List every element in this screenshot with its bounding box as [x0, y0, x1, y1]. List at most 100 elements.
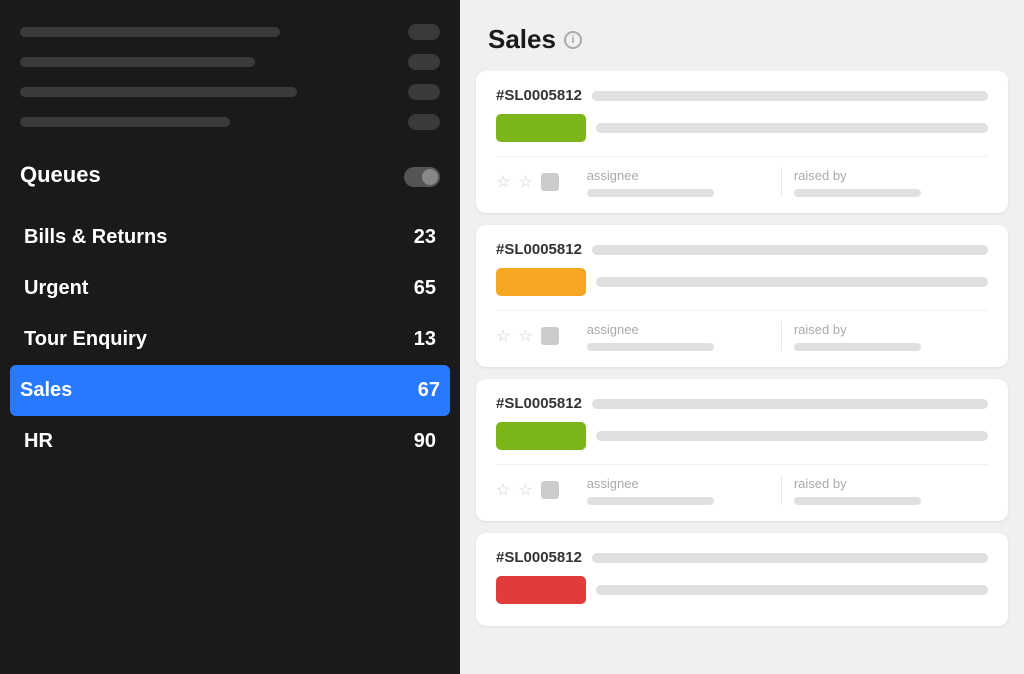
card-desc-bar	[596, 585, 988, 595]
card-middle	[496, 114, 988, 142]
nav-badge	[408, 54, 440, 70]
ticket-card-3: #SL0005812 ☆ ☆ assignee raised by	[476, 379, 1008, 521]
page-title: Sales	[488, 24, 556, 55]
card-id: #SL0005812	[496, 549, 582, 566]
nav-row-4	[20, 114, 440, 130]
card-bottom: ☆ ☆ assignee raised by	[496, 310, 988, 351]
nav-row-2	[20, 54, 440, 70]
card-top: #SL0005812	[496, 87, 988, 104]
nav-bar	[20, 27, 280, 37]
star-empty-icon[interactable]: ☆	[518, 172, 532, 192]
nav-row-1	[20, 24, 440, 40]
nav-badge	[408, 24, 440, 40]
sidebar-item-count: 65	[414, 277, 436, 300]
assignee-field: assignee	[575, 167, 782, 197]
checkbox[interactable]	[541, 481, 559, 499]
raised-by-value-bar	[794, 189, 922, 197]
nav-bar	[20, 87, 297, 97]
star-empty-icon[interactable]: ☆	[518, 326, 532, 346]
assignee-field: assignee	[575, 475, 782, 505]
star-filled-icon[interactable]: ☆	[496, 172, 510, 192]
main-content: Sales i #SL0005812 ☆ ☆ assignee	[460, 0, 1024, 674]
star-empty-icon[interactable]: ☆	[518, 480, 532, 500]
sidebar-item-count: 67	[418, 379, 440, 402]
card-id: #SL0005812	[496, 395, 582, 412]
card-bottom: ☆ ☆ assignee raised by	[496, 464, 988, 505]
sidebar-item-label: Tour Enquiry	[24, 328, 147, 351]
nav-badge	[408, 114, 440, 130]
card-bottom-fields: assignee raised by	[575, 167, 988, 197]
card-title-bar	[592, 399, 988, 409]
card-id: #SL0005812	[496, 241, 582, 258]
card-middle	[496, 576, 988, 604]
info-icon-label: i	[571, 34, 574, 46]
ticket-card-4: #SL0005812	[476, 533, 1008, 626]
status-badge-green	[496, 114, 586, 142]
queues-toggle[interactable]	[404, 167, 440, 187]
ticket-card-1: #SL0005812 ☆ ☆ assignee raised by	[476, 71, 1008, 213]
card-top: #SL0005812	[496, 395, 988, 412]
assignee-label: assignee	[587, 476, 639, 491]
assignee-label: assignee	[587, 168, 639, 183]
raised-by-field: raised by	[782, 321, 988, 351]
card-title-bar	[592, 91, 988, 101]
sidebar-item-count: 23	[414, 226, 436, 249]
card-desc-bar	[596, 431, 988, 441]
status-badge-orange	[496, 268, 586, 296]
sidebar-item-label: Bills & Returns	[24, 226, 167, 249]
card-middle	[496, 422, 988, 450]
raised-by-value-bar	[794, 343, 922, 351]
queues-row: Queues	[20, 162, 440, 192]
sidebar-item-bills-returns[interactable]: Bills & Returns 23	[20, 212, 440, 263]
status-badge-green	[496, 422, 586, 450]
nav-bar	[20, 57, 255, 67]
sidebar-item-sales[interactable]: Sales 67	[10, 365, 450, 416]
status-badge-red	[496, 576, 586, 604]
raised-by-field: raised by	[782, 475, 988, 505]
queues-title: Queues	[20, 162, 101, 188]
sidebar-item-label: Sales	[20, 379, 72, 402]
sidebar-item-tour-enquiry[interactable]: Tour Enquiry 13	[20, 314, 440, 365]
card-middle	[496, 268, 988, 296]
nav-badge	[408, 84, 440, 100]
card-id: #SL0005812	[496, 87, 582, 104]
star-filled-icon[interactable]: ☆	[496, 480, 510, 500]
assignee-field: assignee	[575, 321, 782, 351]
card-bottom: ☆ ☆ assignee raised by	[496, 156, 988, 197]
raised-by-label: raised by	[794, 476, 847, 491]
card-title-bar	[592, 553, 988, 563]
card-bottom-fields: assignee raised by	[575, 321, 988, 351]
sidebar-item-count: 90	[414, 430, 436, 453]
assignee-value-bar	[587, 343, 715, 351]
nav-row-3	[20, 84, 440, 100]
raised-by-label: raised by	[794, 322, 847, 337]
card-title-bar	[592, 245, 988, 255]
card-top: #SL0005812	[496, 241, 988, 258]
assignee-label: assignee	[587, 322, 639, 337]
sidebar-item-label: Urgent	[24, 277, 88, 300]
sidebar-item-urgent[interactable]: Urgent 65	[20, 263, 440, 314]
card-desc-bar	[596, 123, 988, 133]
checkbox[interactable]	[541, 173, 559, 191]
sidebar-item-hr[interactable]: HR 90	[20, 416, 440, 467]
cards-container: #SL0005812 ☆ ☆ assignee raised by	[460, 71, 1024, 674]
sidebar: Queues Bills & Returns 23 Urgent 65 Tour…	[0, 0, 460, 674]
raised-by-value-bar	[794, 497, 922, 505]
ticket-card-2: #SL0005812 ☆ ☆ assignee raised by	[476, 225, 1008, 367]
sidebar-menu-list: Bills & Returns 23 Urgent 65 Tour Enquir…	[20, 212, 440, 467]
sidebar-nav-items	[20, 24, 440, 130]
card-desc-bar	[596, 277, 988, 287]
assignee-value-bar	[587, 189, 715, 197]
sidebar-item-label: HR	[24, 430, 53, 453]
star-filled-icon[interactable]: ☆	[496, 326, 510, 346]
card-bottom-fields: assignee raised by	[575, 475, 988, 505]
info-icon[interactable]: i	[564, 31, 582, 49]
card-top: #SL0005812	[496, 549, 988, 566]
nav-bar	[20, 117, 230, 127]
main-header: Sales i	[460, 0, 1024, 71]
checkbox[interactable]	[541, 327, 559, 345]
assignee-value-bar	[587, 497, 715, 505]
raised-by-field: raised by	[782, 167, 988, 197]
sidebar-item-count: 13	[414, 328, 436, 351]
raised-by-label: raised by	[794, 168, 847, 183]
